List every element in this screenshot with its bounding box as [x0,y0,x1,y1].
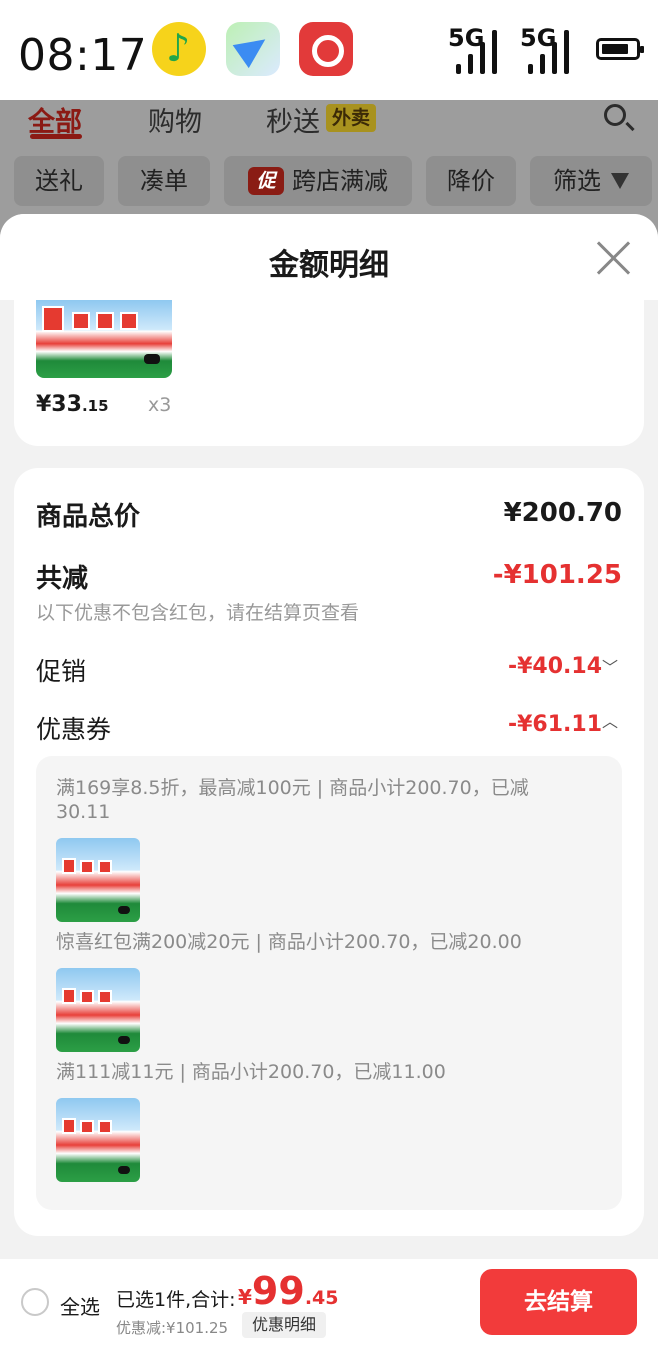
status-bar: 08:17 5G 5G [0,0,658,100]
coupon-product-image[interactable] [56,838,140,922]
coupon-product-image[interactable] [56,1098,140,1182]
checkout-button[interactable]: 去结算 [480,1269,637,1335]
clock: 08:17 [18,30,148,81]
amount-detail-sheet: 金额明细 ¥33.15 x3 商品总价 ¥200.70 共减 -¥101.25 … [0,214,658,1259]
sheet-title: 金额明细 [269,248,389,283]
coupon-product-image[interactable] [56,968,140,1052]
tab-shopping[interactable]: 购物 [148,100,202,139]
coupon-list: 满169享8.5折，最高减100元 | 商品小计200.70，已减 30.11 … [36,756,622,1210]
coupon-label: 优惠券 [36,715,112,744]
select-all-radio[interactable] [21,1288,49,1316]
chip-gift[interactable]: 送礼 [14,156,104,206]
music-app-icon [152,22,206,76]
tab-instant-delivery[interactable]: 秒送 [266,100,320,139]
chip-filter[interactable]: 筛选 [530,156,652,206]
price-summary-card: 商品总价 ¥200.70 共减 -¥101.25 以下优惠不包含红包，请在结算页… [14,468,644,1236]
search-icon[interactable] [604,104,626,126]
top-tabs: 全部 购物 秒送 外卖 [0,100,658,156]
product-image[interactable] [36,300,172,378]
checkout-bar: 全选 已选1件,合计: ¥99.45 优惠减:¥101.25 优惠明细 去结算 [0,1259,658,1346]
chevron-up-icon[interactable]: ︿ [602,708,618,732]
tab-underline [30,134,82,139]
total-reduce-label: 共减 [36,564,89,594]
send-app-icon [226,22,280,76]
discount-info: 优惠减:¥101.25 [116,1319,229,1337]
coupon-item: 满169享8.5折，最高减100元 | 商品小计200.70，已减 30.11 [56,777,529,823]
selected-info: 已选1件,合计: [116,1289,236,1311]
coupon-item: 惊喜红包满200减20元 | 商品小计200.70，已减20.00 [56,931,522,953]
product-card: ¥33.15 x3 [14,300,644,446]
chip-cross-store-discount[interactable]: 促跨店满减 [224,156,412,206]
total-price-value: ¥200.70 [503,498,622,528]
promo-badge-icon: 促 [248,167,284,195]
filter-icon [611,173,629,189]
coupon-value[interactable]: -¥61.11 [508,712,602,737]
sheet-header: 金额明细 [0,214,658,300]
chip-price-drop[interactable]: 降价 [426,156,516,206]
total-amount: ¥99.45 [238,1269,339,1313]
total-reduce-value: -¥101.25 [492,560,622,590]
item-quantity: x3 [148,394,172,416]
signal-icon: 5G [448,24,506,74]
signal-icon: 5G [520,24,578,74]
chip-add-on[interactable]: 凑单 [118,156,210,206]
close-icon[interactable] [596,240,632,276]
total-price-label: 商品总价 [36,502,141,532]
item-price: ¥33.15 [36,392,109,417]
netease-music-icon [299,22,353,76]
takeout-badge: 外卖 [326,104,377,132]
discount-note: 以下优惠不包含红包，请在结算页查看 [36,602,360,624]
promotion-value[interactable]: -¥40.14 [508,654,602,679]
discount-detail-button[interactable]: 优惠明细 [242,1312,327,1338]
chevron-down-icon[interactable]: ﹀ [602,654,618,678]
promotion-label: 促销 [36,657,87,686]
coupon-item: 满111减11元 | 商品小计200.70，已减11.00 [56,1061,446,1083]
select-all-label[interactable]: 全选 [60,1291,100,1320]
battery-icon [596,38,644,60]
